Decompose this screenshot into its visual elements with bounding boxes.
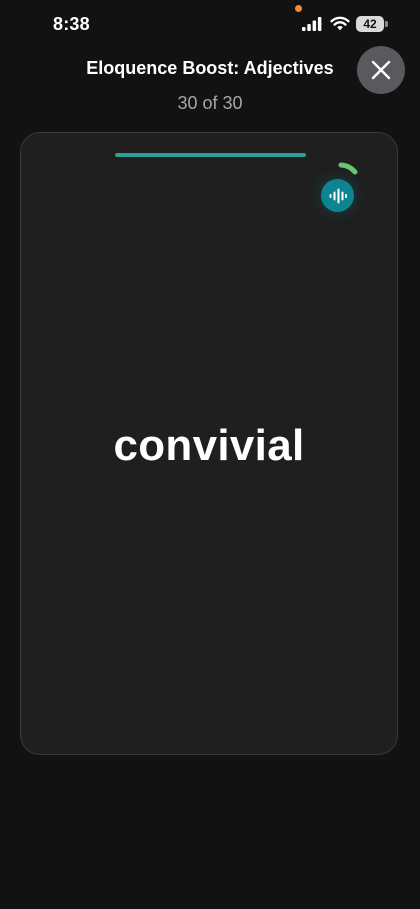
wifi-icon <box>330 16 350 31</box>
card-counter: 30 of 30 <box>177 93 243 113</box>
battery-icon: 42 <box>356 16 388 32</box>
close-button[interactable] <box>357 46 405 94</box>
sound-wave-icon <box>329 188 347 203</box>
battery-tip <box>385 21 388 27</box>
battery-body: 42 <box>356 16 384 32</box>
status-time: 8:38 <box>53 14 90 34</box>
play-audio-button[interactable] <box>321 179 354 212</box>
signal-icon <box>302 17 322 31</box>
flashcard-word: convivial <box>113 421 305 470</box>
audio-control <box>311 159 365 213</box>
status-bar: 8:38 42 <box>0 0 420 50</box>
privacy-indicator-dot <box>295 5 302 12</box>
flashcard[interactable]: convivial <box>20 132 398 755</box>
close-icon <box>371 60 391 80</box>
battery-level: 42 <box>363 17 377 31</box>
card-progress-fill <box>115 153 306 157</box>
deck-title: Eloquence Boost: Adjectives <box>86 58 334 78</box>
card-progress-bar <box>115 153 306 157</box>
